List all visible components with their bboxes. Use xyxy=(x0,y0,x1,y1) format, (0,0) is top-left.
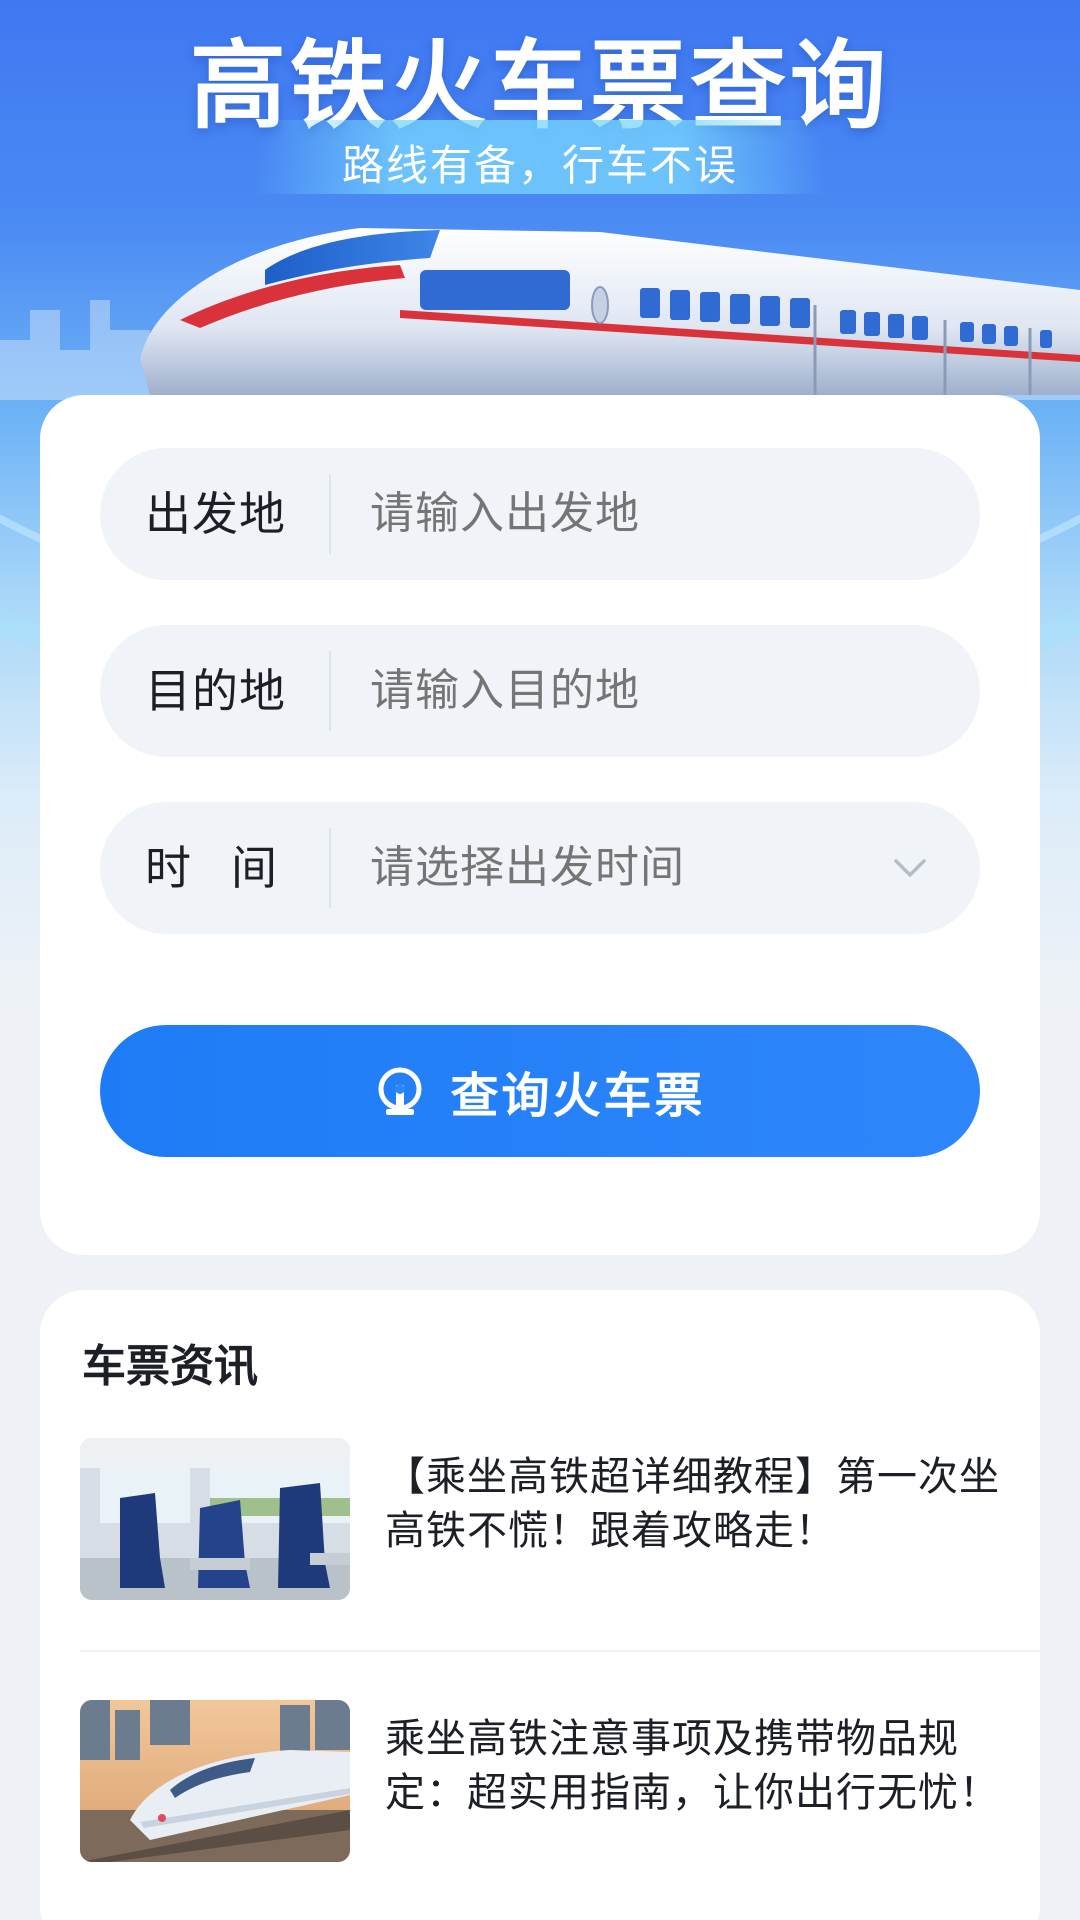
chevron-down-icon[interactable] xyxy=(888,846,932,890)
field-divider xyxy=(329,651,331,731)
news-list-item[interactable]: 【乘坐高铁超详细教程】第一次坐高铁不慌！跟着攻略走！ xyxy=(80,1438,1040,1658)
departure-input[interactable] xyxy=(370,448,890,580)
field-divider xyxy=(329,474,331,554)
ticket-search-card: 出发地 目的地 时间 查询火车票 xyxy=(40,395,1040,1255)
railway-logo-icon xyxy=(378,1067,422,1115)
news-thumbnail xyxy=(80,1700,350,1862)
bullet-train-image xyxy=(140,228,1080,395)
list-divider xyxy=(80,1650,1040,1652)
search-button-label: 查询火车票 xyxy=(450,1068,706,1124)
ticket-news-card: 车票资讯 【乘坐高铁超详细教程】第一次坐高铁不慌！跟着攻略走！ 乘坐高铁注意事项… xyxy=(40,1290,1040,1920)
news-headline: 乘坐高铁注意事项及携带物品规定：超实用指南，让你出行无忧！ xyxy=(385,1716,1000,1816)
destination-label: 目的地 xyxy=(145,664,286,718)
departure-field[interactable]: 出发地 xyxy=(100,448,980,580)
time-select[interactable] xyxy=(370,802,890,934)
destination-input[interactable] xyxy=(370,625,890,757)
page-subtitle: 路线有备，行车不误 xyxy=(341,141,738,190)
news-section-title: 车票资讯 xyxy=(82,1341,258,1392)
search-tickets-button[interactable]: 查询火车票 xyxy=(100,1025,980,1157)
time-field[interactable]: 时间 xyxy=(100,802,980,934)
news-thumbnail xyxy=(80,1438,350,1600)
departure-label: 出发地 xyxy=(145,487,286,541)
news-headline: 【乘坐高铁超详细教程】第一次坐高铁不慌！跟着攻略走！ xyxy=(385,1454,1000,1554)
time-label: 时间 xyxy=(145,841,317,895)
news-list-item[interactable]: 乘坐高铁注意事项及携带物品规定：超实用指南，让你出行无忧！ xyxy=(80,1700,1040,1920)
field-divider xyxy=(329,828,331,908)
destination-field[interactable]: 目的地 xyxy=(100,625,980,757)
